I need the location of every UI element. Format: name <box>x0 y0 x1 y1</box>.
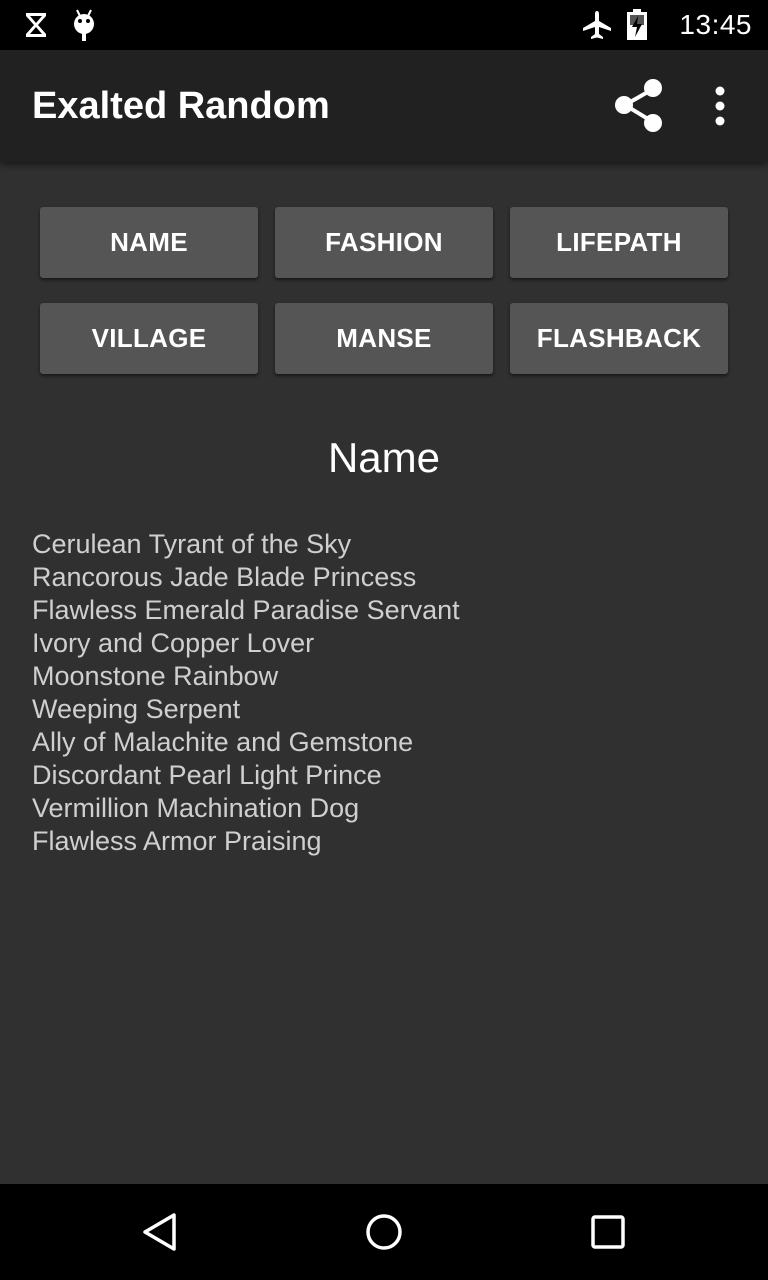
app-bar: Exalted Random <box>0 50 768 162</box>
home-button[interactable] <box>360 1208 408 1256</box>
list-item: Weeping Serpent <box>32 694 241 724</box>
list-item: Discordant Pearl Light Prince <box>32 760 382 790</box>
status-time: 13:45 <box>679 9 752 40</box>
recents-icon <box>591 1215 625 1249</box>
list-item: Ally of Malachite and Gemstone <box>32 727 414 757</box>
overflow-menu-button[interactable] <box>700 78 740 134</box>
flashback-button[interactable]: FLASHBACK <box>510 303 728 374</box>
android-debug-icon <box>74 9 94 41</box>
list-item: Flawless Emerald Paradise Servant <box>32 595 460 625</box>
back-icon <box>143 1213 176 1251</box>
list-item: Moonstone Rainbow <box>32 661 279 691</box>
status-bar: 13:45 <box>0 0 768 50</box>
battery-charging-icon <box>627 9 647 40</box>
results-list: Cerulean Tyrant of the Sky Rancorous Jad… <box>32 528 460 858</box>
overflow-menu-icon <box>715 86 725 126</box>
status-right-icons: 13:45 <box>582 0 752 50</box>
share-button[interactable] <box>606 76 672 136</box>
share-icon <box>615 79 662 132</box>
list-item: Cerulean Tyrant of the Sky <box>32 529 352 559</box>
name-button[interactable]: NAME <box>40 207 258 278</box>
fashion-button[interactable]: FASHION <box>275 207 493 278</box>
screen: 13:45 Exalted Random NAME FASHION LIFEPA… <box>0 0 768 1280</box>
airplane-mode-icon <box>583 11 611 39</box>
lifepath-button[interactable]: LIFEPATH <box>510 207 728 278</box>
list-item: Flawless Armor Praising <box>32 826 322 856</box>
manse-button[interactable]: MANSE <box>275 303 493 374</box>
navigation-bar <box>0 1184 768 1280</box>
app-title: Exalted Random <box>32 85 330 127</box>
home-icon <box>366 1214 402 1250</box>
list-item: Vermillion Machination Dog <box>32 793 360 823</box>
village-button[interactable]: VILLAGE <box>40 303 258 374</box>
list-item: Rancorous Jade Blade Princess <box>32 562 417 592</box>
section-title: Name <box>327 434 441 481</box>
hourglass-icon <box>26 13 46 37</box>
recents-button[interactable] <box>584 1208 632 1256</box>
back-button[interactable] <box>136 1208 184 1256</box>
list-item: Ivory and Copper Lover <box>32 628 315 658</box>
